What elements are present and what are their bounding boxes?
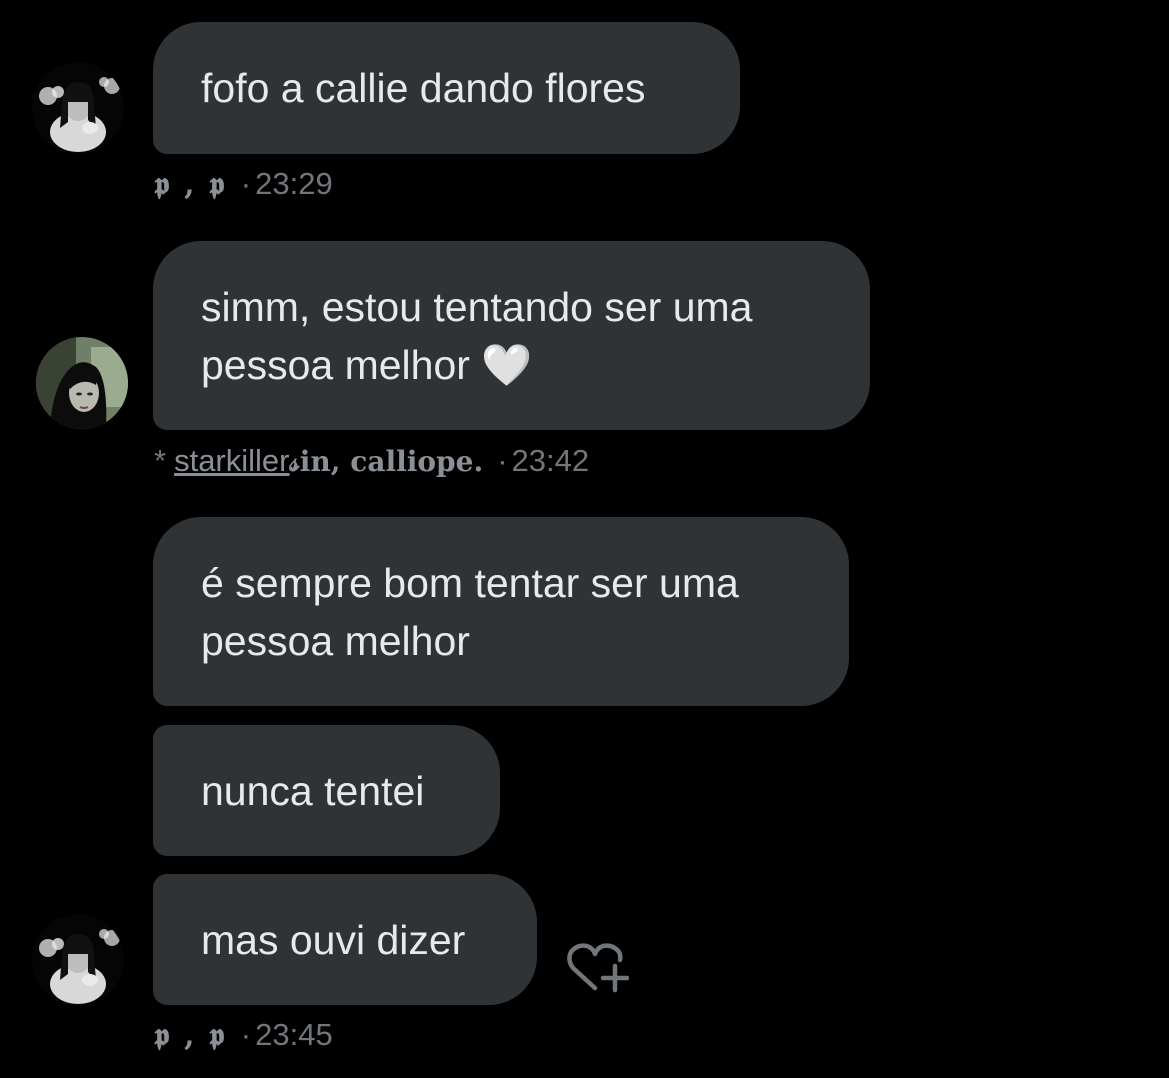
message-meta-1: 𝖕 , 𝖕 · 23:29 <box>154 166 333 202</box>
avatar-image <box>32 914 124 1006</box>
reply-prefix: * <box>154 443 167 478</box>
sender-link[interactable]: starkiller <box>174 443 289 479</box>
message-text: nunca tentei <box>201 767 425 814</box>
separator-dot: · <box>240 1017 252 1052</box>
message-bubble-1[interactable]: fofo a callie dando flores <box>153 22 740 154</box>
avatar-sender-pp[interactable] <box>32 914 124 1006</box>
sender-name[interactable]: 𝖕 , 𝖕 <box>154 1018 227 1053</box>
message-text: é sempre bom tentar ser uma pessoa melho… <box>201 559 739 664</box>
message-text: simm, estou tentando ser uma pessoa melh… <box>201 283 753 388</box>
timestamp: 23:29 <box>255 166 333 201</box>
add-reaction-heart-icon[interactable] <box>565 940 630 1000</box>
avatar-image <box>32 62 124 154</box>
message-bubble-5[interactable]: mas ouvi dizer <box>153 874 537 1005</box>
timestamp: 23:45 <box>255 1017 333 1052</box>
message-bubble-2[interactable]: simm, estou tentando ser uma pessoa melh… <box>153 241 870 430</box>
message-text: mas ouvi dizer <box>201 916 466 963</box>
separator-dot: · <box>497 443 508 478</box>
sender-name[interactable]: 𝖕 , 𝖕 <box>154 167 227 202</box>
message-bubble-4[interactable]: nunca tentei <box>153 725 500 856</box>
avatar-sender-pp[interactable] <box>32 62 124 154</box>
message-meta-3: 𝖕 , 𝖕 · 23:45 <box>154 1017 333 1053</box>
separator-dot: · <box>240 166 252 201</box>
avatar-image <box>36 337 128 429</box>
message-meta-2: * starkiller 𝓈in, calliope. · 23:42 <box>154 443 589 479</box>
message-bubble-3[interactable]: é sempre bom tentar ser uma pessoa melho… <box>153 517 849 706</box>
timestamp: 23:42 <box>511 443 590 478</box>
message-text: fofo a callie dando flores <box>201 65 646 111</box>
avatar-sender-starkiller[interactable] <box>36 337 128 429</box>
sender-name[interactable]: 𝓈in, calliope. <box>289 445 483 479</box>
